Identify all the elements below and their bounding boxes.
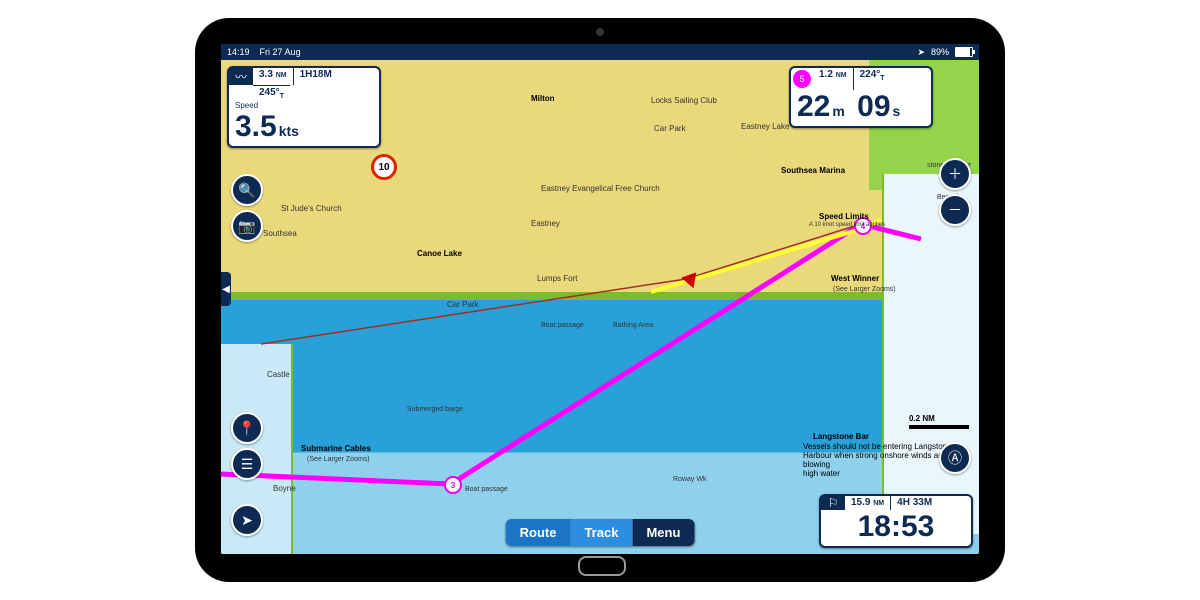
label-eastney: Eastney (531, 219, 560, 228)
label-carpark-2: Car Park (447, 300, 479, 309)
tab-track[interactable]: Track (570, 519, 632, 546)
label-canoe-lake: Canoe Lake (417, 249, 462, 258)
pin-icon: 📍 (238, 420, 255, 437)
eta-value: 22m 09s (791, 90, 931, 126)
pin-button[interactable]: 📍 (231, 412, 263, 444)
waypoint-marker-3[interactable]: 3 (444, 476, 462, 494)
locate-button[interactable]: ➤ (231, 504, 263, 536)
label-speed-limits: Speed Limits (819, 212, 869, 221)
zoom-in-button[interactable]: ＋ (939, 158, 971, 190)
track-toggle-icon[interactable]: 〰 (229, 68, 253, 85)
zoom-out-button[interactable]: － (939, 194, 971, 226)
layers-button[interactable]: ☰ (231, 448, 263, 480)
label-bathing-area: Bathing Area (613, 322, 653, 329)
label-submerged-barge: Submerged barge (407, 406, 463, 413)
route-total-panel[interactable]: ⚐ 15.9 NM 4H 33M 18:53 (819, 494, 973, 548)
label-boyne: Boyne (273, 484, 296, 493)
label-southsea: Southsea (263, 229, 297, 238)
label-locks-sc: Locks Sailing Club (651, 96, 717, 105)
label-see-larger-1: (See Larger Zooms) (833, 286, 896, 293)
label-boat-passage-1: Boat passage (541, 322, 584, 329)
label-eastney-lake: Eastney Lake (741, 122, 789, 131)
tablet-camera (596, 28, 604, 36)
label-stjudes: St Jude's Church (281, 204, 342, 213)
next-waypoint-panel[interactable]: 5 1.2 NM 224°T 22m 09s (789, 66, 933, 128)
tab-menu[interactable]: Menu (632, 519, 694, 546)
speed-panel[interactable]: 〰 3.3 NM 1H18M 245°T Speed 3.5kts (227, 66, 381, 148)
label-roway-wk: Roway Wk (673, 476, 706, 483)
label-west-winner: West Winner (831, 274, 879, 283)
route-flag-icon: ⚐ (821, 496, 845, 510)
magnifier-icon: 🔍 (238, 182, 255, 199)
label-castle: Castle (267, 370, 290, 379)
label-milton: Milton (531, 94, 555, 103)
locate-icon: ➤ (241, 512, 253, 529)
own-vessel-icon (680, 270, 697, 288)
arrival-clock: 18:53 (821, 510, 971, 546)
speed-limit-sign: 10 (371, 154, 397, 180)
app-screen[interactable]: 14:19 Fri 27 Aug ➤ 89% (221, 44, 979, 554)
label-langstone-bar: Langstone Bar (813, 432, 869, 441)
tab-route[interactable]: Route (506, 519, 571, 546)
measure-button[interactable]: Ⓐ (939, 442, 971, 474)
plus-icon: ＋ (948, 164, 962, 184)
speed-value: 3.5kts (229, 110, 379, 146)
label-speed-limits-note: A 10 knot speed limit applies (809, 222, 885, 228)
tablet-frame: 14:19 Fri 27 Aug ➤ 89% (195, 18, 1005, 582)
waypoint-badge: 5 (793, 70, 811, 88)
layers-icon: ☰ (241, 456, 254, 473)
map-scale: 0.2 NM (909, 414, 969, 429)
bottom-tabs[interactable]: Route Track Menu (506, 519, 695, 546)
compass-icon: Ⓐ (948, 448, 962, 468)
minus-icon: － (948, 200, 962, 220)
tablet-home-button[interactable] (578, 556, 626, 576)
label-eastney-church: Eastney Evangelical Free Church (541, 184, 660, 193)
label-boat-passage-2: Boat passage (465, 486, 508, 493)
drawer-handle[interactable]: ◀ (221, 272, 231, 306)
label-carpark-1: Car Park (654, 124, 686, 133)
speed-label: Speed (229, 101, 379, 110)
label-southsea-marina: Southsea Marina (781, 166, 845, 175)
camera-button[interactable]: 📷 (231, 210, 263, 242)
label-submarine-cables: Submarine Cables (301, 444, 371, 453)
label-lumps-fort: Lumps Fort (537, 274, 577, 283)
search-button[interactable]: 🔍 (231, 174, 263, 206)
camera-icon: 📷 (238, 218, 255, 235)
label-see-larger-2: (See Larger Zooms) (307, 456, 370, 463)
